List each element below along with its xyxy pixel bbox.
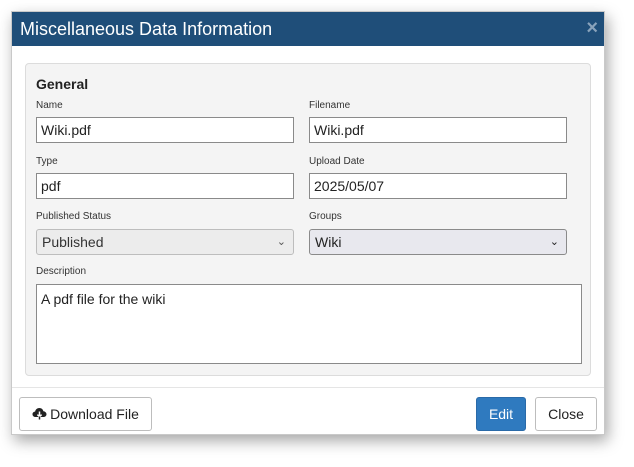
misc-data-dialog: Miscellaneous Data Information × General… xyxy=(11,11,605,435)
chevron-down-icon: ⌄ xyxy=(276,236,286,248)
type-label: Type xyxy=(36,156,58,167)
groups-label: Groups xyxy=(309,211,342,222)
dialog-header: Miscellaneous Data Information × xyxy=(12,12,604,46)
cloud-download-icon xyxy=(32,399,47,431)
name-field[interactable]: Wiki.pdf xyxy=(36,117,294,143)
description-label: Description xyxy=(36,266,87,277)
upload-date-field[interactable]: 2025/05/07 xyxy=(309,173,567,199)
chevron-down-icon: ⌄ xyxy=(549,236,559,248)
footer-divider xyxy=(12,387,604,388)
close-button[interactable]: Close xyxy=(535,397,597,431)
section-title: General xyxy=(36,76,89,92)
filename-label: Filename xyxy=(309,100,351,111)
groups-select[interactable]: Wiki ⌄ xyxy=(309,229,567,255)
filename-field[interactable]: Wiki.pdf xyxy=(309,117,567,143)
download-file-label: Download File xyxy=(50,406,139,422)
dialog-title: Miscellaneous Data Information xyxy=(20,19,273,39)
description-field[interactable]: A pdf file for the wiki xyxy=(36,284,582,364)
published-status-select[interactable]: Published ⌄ xyxy=(36,229,294,255)
download-file-button[interactable]: Download File xyxy=(19,397,152,431)
edit-button[interactable]: Edit xyxy=(476,397,526,431)
published-status-label: Published Status xyxy=(36,211,112,222)
upload-date-label: Upload Date xyxy=(309,156,365,167)
name-label: Name xyxy=(36,100,63,111)
general-panel: General Name Wiki.pdf Filename Wiki.pdf … xyxy=(25,63,591,376)
groups-value: Wiki xyxy=(315,234,342,250)
published-status-value: Published xyxy=(42,234,104,250)
close-icon[interactable]: × xyxy=(586,16,598,40)
type-field[interactable]: pdf xyxy=(36,173,294,199)
